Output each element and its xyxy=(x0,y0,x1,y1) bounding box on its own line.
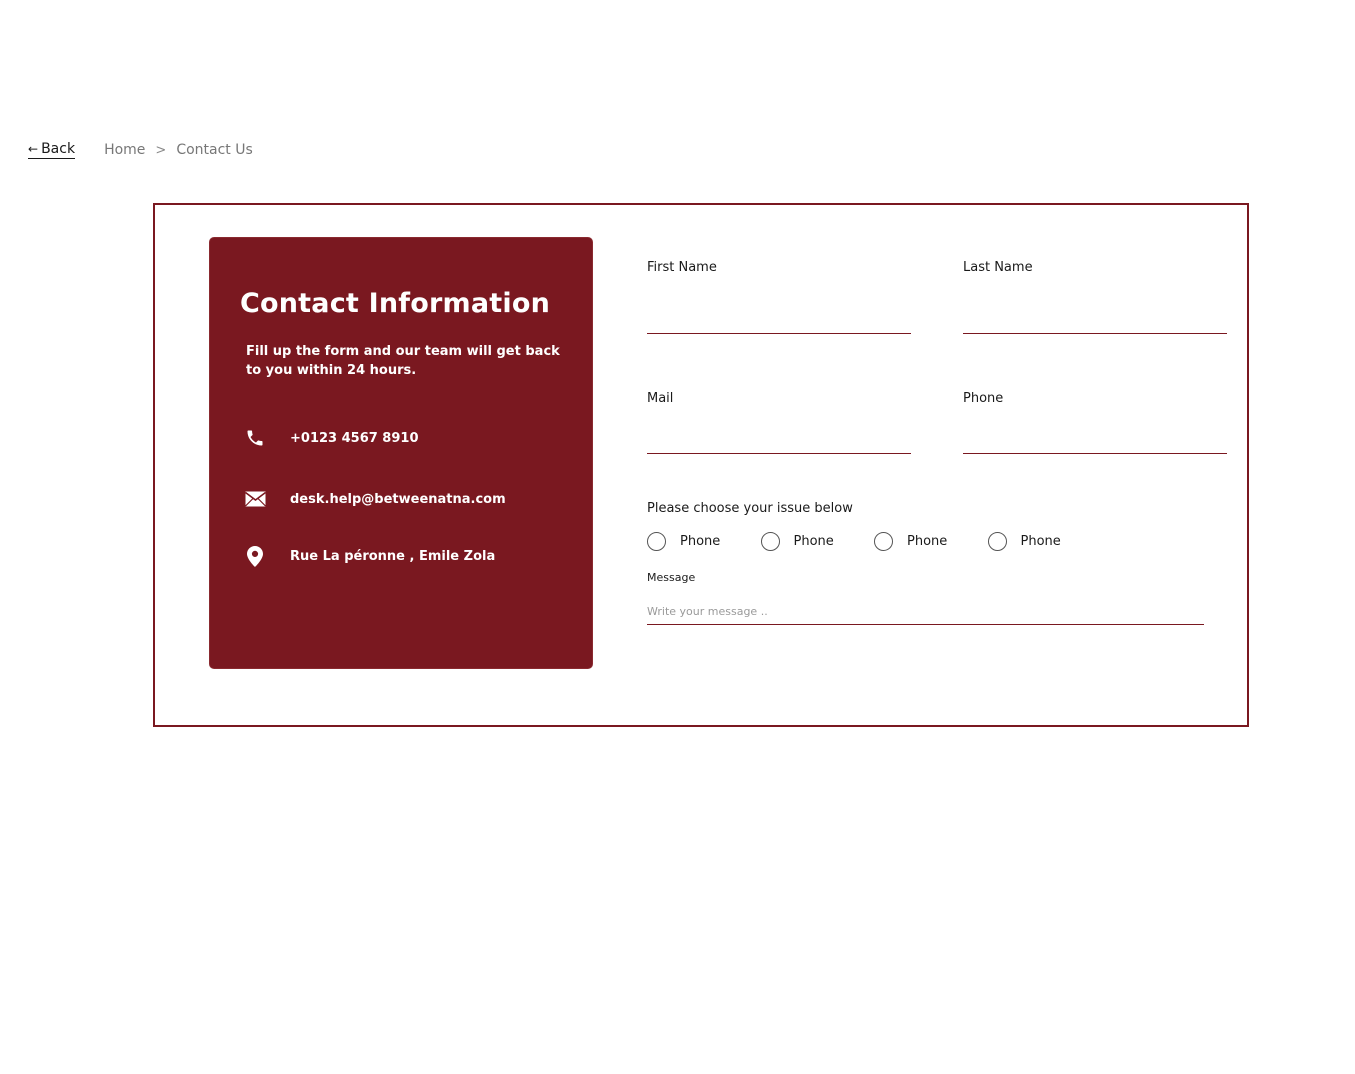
issue-option-3[interactable]: Phone xyxy=(874,532,988,551)
last-name-input[interactable] xyxy=(963,308,1227,334)
issue-option-1[interactable]: Phone xyxy=(647,532,761,551)
mail-label: Mail xyxy=(647,391,674,406)
contact-frame: Contact Information Fill up the form and… xyxy=(153,203,1249,727)
contact-phone-row: +0123 4567 8910 xyxy=(244,427,419,449)
info-title: Contact Information xyxy=(240,288,550,319)
back-arrow-icon: ← xyxy=(28,142,39,156)
back-button[interactable]: ← Back xyxy=(28,141,76,159)
back-label: Back xyxy=(41,141,76,157)
radio-button[interactable] xyxy=(874,532,893,551)
mail-field: Mail xyxy=(647,391,911,454)
phone-label: Phone xyxy=(963,391,1004,406)
message-input[interactable] xyxy=(647,599,1204,625)
phone-icon xyxy=(244,427,266,449)
mail-input[interactable] xyxy=(647,428,911,454)
radio-button[interactable] xyxy=(987,532,1007,551)
top-navigation: ← Back Home > Contact Us xyxy=(28,138,253,162)
contact-address: Rue La péronne , Emile Zola xyxy=(290,548,496,564)
issue-option-4[interactable]: Phone xyxy=(987,532,1102,551)
radio-button[interactable] xyxy=(647,532,666,551)
issue-label: Please choose your issue below xyxy=(647,501,853,516)
first-name-label: First Name xyxy=(647,260,717,275)
contact-phone: +0123 4567 8910 xyxy=(290,430,419,446)
issue-option-label: Phone xyxy=(680,534,721,549)
breadcrumb-current: Contact Us xyxy=(176,142,253,158)
contact-email-row: desk.help@betweenatna.com xyxy=(244,488,506,510)
phone-input[interactable] xyxy=(963,428,1227,454)
info-subtitle: Fill up the form and our team will get b… xyxy=(246,344,560,378)
issue-option-label: Phone xyxy=(907,534,948,549)
phone-field: Phone xyxy=(963,391,1227,454)
contact-address-row: Rue La péronne , Emile Zola xyxy=(244,545,495,567)
location-pin-icon xyxy=(244,545,266,567)
first-name-input[interactable] xyxy=(647,308,911,334)
issue-radio-group: Phone Phone Phone Phone xyxy=(647,532,1101,551)
last-name-field: Last Name xyxy=(963,260,1227,334)
issue-option-label: Phone xyxy=(793,534,834,549)
contact-form: First Name Last Name Mail Phone Please c… xyxy=(647,205,1237,725)
issue-option-2[interactable]: Phone xyxy=(760,532,875,551)
first-name-field: First Name xyxy=(647,260,911,334)
contact-email[interactable]: desk.help@betweenatna.com xyxy=(290,492,506,507)
issue-option-label: Phone xyxy=(1020,534,1061,549)
message-label: Message xyxy=(647,571,696,584)
breadcrumb-separator: > xyxy=(155,142,167,158)
radio-button[interactable] xyxy=(760,532,780,551)
mail-icon xyxy=(244,488,266,510)
last-name-label: Last Name xyxy=(963,260,1033,275)
breadcrumb-home[interactable]: Home xyxy=(104,142,145,158)
contact-info-card: Contact Information Fill up the form and… xyxy=(209,237,593,669)
breadcrumb: Home > Contact Us xyxy=(104,142,253,158)
